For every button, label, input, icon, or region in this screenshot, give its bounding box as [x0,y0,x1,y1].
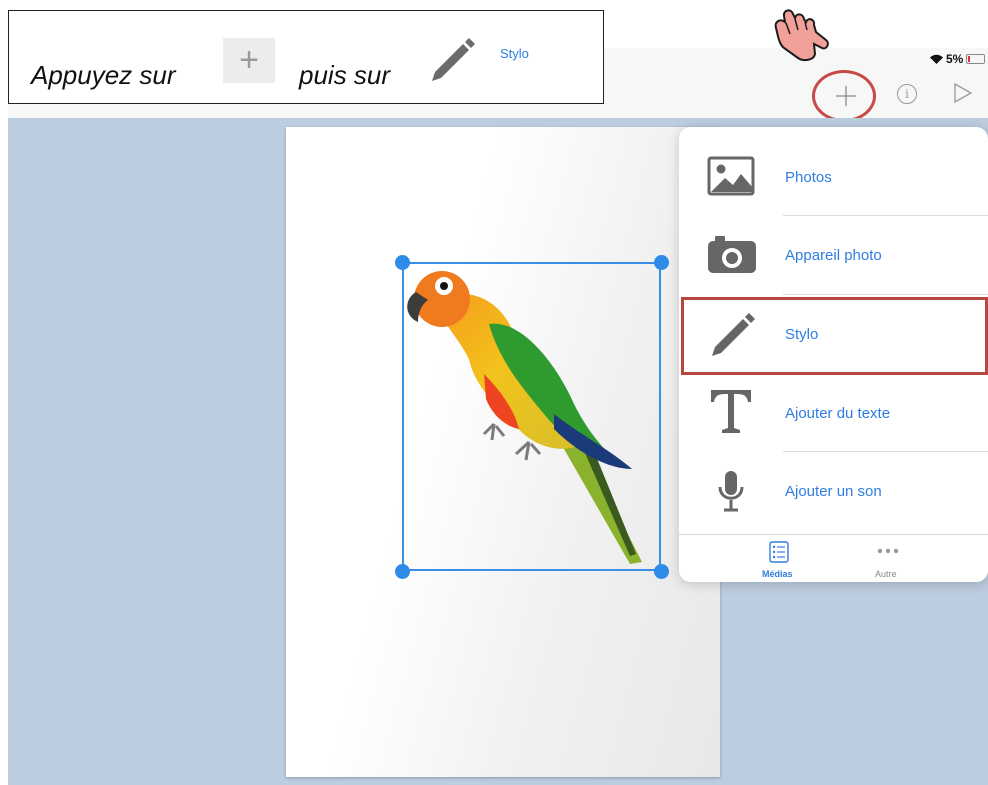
hand-pointer-icon [774,9,829,62]
instruction-text-middle: puis sur [299,60,391,90]
resize-handle-bottom-right[interactable] [654,564,669,579]
text-icon [711,390,751,433]
battery-icon [966,54,985,64]
menu-item-label: Photos [785,169,832,186]
plus-icon: + [223,38,275,83]
menu-item-appareil-photo[interactable]: Appareil photo [679,216,988,294]
instruction-stylo-label: Stylo [500,46,529,61]
stylo-highlight-box [681,297,988,375]
resize-handle-top-left[interactable] [395,255,410,270]
camera-icon [708,236,756,273]
instruction-box: Appuyez sur + puis sur Stylo [8,10,604,104]
wifi-icon [930,54,943,64]
menu-item-label: Ajouter du texte [785,405,891,422]
more-icon [877,548,899,554]
tab-autre[interactable]: Autre [859,539,919,581]
info-icon[interactable]: i [897,84,917,104]
play-icon[interactable] [953,82,973,104]
image-selection-frame[interactable] [402,262,661,571]
menu-item-photos[interactable]: Photos [679,138,988,216]
plus-button-highlight-circle [812,70,876,122]
resize-handle-top-right[interactable] [654,255,669,270]
menu-item-label: Appareil photo [785,247,882,264]
list-icon [769,541,789,563]
pencil-icon [432,38,475,81]
instruction-text-before: Appuyez sur [31,60,176,90]
microphone-icon [718,471,744,512]
photos-icon [707,156,755,196]
tab-label: Autre [875,569,897,579]
resize-handle-bottom-left[interactable] [395,564,410,579]
menu-item-label: Ajouter un son [785,483,882,500]
menu-item-ajouter-un-son[interactable]: Ajouter un son [679,452,988,530]
menu-item-ajouter-du-texte[interactable]: Ajouter du texte [679,374,988,452]
tab-label: Médias [762,569,793,579]
info-glyph: i [905,87,909,101]
battery-percentage: 5% [946,52,964,66]
tab-medias[interactable]: Médias [749,539,809,581]
media-tab-bar: Médias Autre [679,534,988,582]
